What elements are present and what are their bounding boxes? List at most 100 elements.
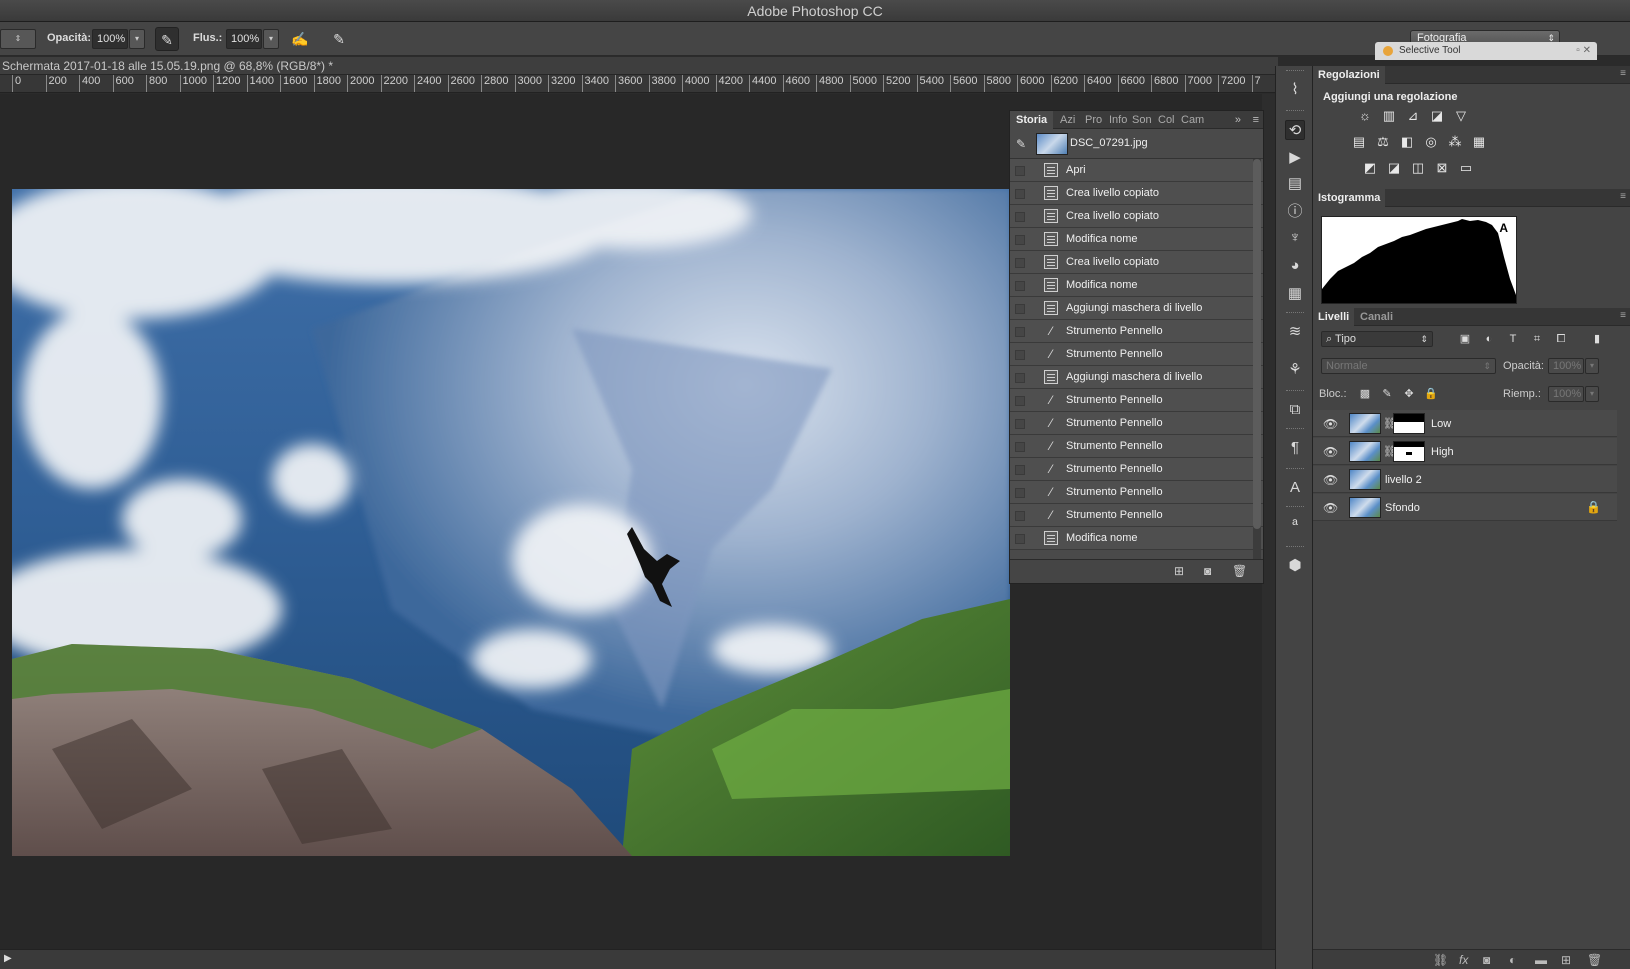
history-item[interactable]: Crea livello copiato	[1010, 182, 1263, 205]
tool-presets-icon[interactable]: ⧉	[1285, 400, 1305, 420]
history-snapshot[interactable]: ✎ DSC_07291.jpg	[1010, 129, 1263, 159]
brush-settings-icon[interactable]: ≋	[1285, 322, 1305, 342]
filter-pixel-icon[interactable]: ▣	[1457, 332, 1473, 346]
history-item[interactable]: Modifica nome	[1010, 228, 1263, 251]
history-item[interactable]: Crea livello copiato	[1010, 205, 1263, 228]
tab-history-2[interactable]: Pro	[1085, 111, 1102, 129]
eye-icon[interactable]: 👁	[1323, 473, 1338, 487]
history-item[interactable]: ⁄ Strumento Pennello	[1010, 343, 1263, 366]
actions-icon[interactable]: ▶	[1285, 148, 1305, 168]
tab-history-3[interactable]: Info	[1109, 111, 1127, 129]
filter-type-icon[interactable]: T	[1505, 332, 1521, 346]
strip-grip[interactable]	[1286, 468, 1304, 471]
history-source-checkbox[interactable]	[1015, 373, 1025, 383]
history-item[interactable]: Aggiungi maschera di livello	[1010, 297, 1263, 320]
blend-mode-dropdown[interactable]: Normale ⇕	[1321, 358, 1496, 374]
layer-row[interactable]: 👁 livello 2	[1313, 466, 1617, 493]
hue-saturation-icon[interactable]: ▤	[1350, 134, 1368, 150]
filter-smart-object-icon[interactable]: ⧠	[1553, 332, 1569, 346]
lock-all-icon[interactable]: 🔒	[1423, 387, 1439, 401]
tab-history-6[interactable]: Cam	[1181, 111, 1204, 129]
panel-menu-icon[interactable]: ≡	[1620, 68, 1626, 79]
panel-menu-icon[interactable]: ≡	[1253, 111, 1259, 129]
new-group-icon[interactable]: ▬	[1535, 953, 1547, 967]
tab-history-4[interactable]: Son	[1132, 111, 1152, 129]
history-source-checkbox[interactable]	[1015, 166, 1025, 176]
layer-name[interactable]: livello 2	[1385, 474, 1422, 486]
info-icon[interactable]: ⓘ	[1285, 202, 1305, 222]
opacity-dropdown[interactable]: ▾	[129, 29, 145, 49]
history-item[interactable]: Modifica nome	[1010, 527, 1263, 550]
close-icon[interactable]: ▫ ✕	[1576, 42, 1591, 60]
history-source-checkbox[interactable]	[1015, 281, 1025, 291]
vertical-scrollbar[interactable]	[1262, 94, 1276, 949]
history-item[interactable]: ⁄ Strumento Pennello	[1010, 458, 1263, 481]
tab-history-5[interactable]: Col	[1158, 111, 1175, 129]
black-white-icon[interactable]: ◧	[1398, 134, 1416, 150]
layer-name[interactable]: Low	[1431, 418, 1451, 430]
tab-history-1[interactable]: Azi	[1060, 111, 1075, 129]
fill-dropdown[interactable]: ▾	[1585, 386, 1599, 402]
pressure-opacity-icon[interactable]: ✎	[155, 27, 179, 51]
paragraph-icon[interactable]: ¶	[1285, 438, 1305, 458]
airbrush-icon[interactable]: ✍	[288, 27, 312, 51]
lock-icon[interactable]: 🔒	[1586, 500, 1601, 514]
3d-icon[interactable]: ⬢	[1285, 556, 1305, 576]
add-mask-icon[interactable]: ◙	[1483, 953, 1490, 967]
threshold-icon[interactable]: ◫	[1409, 160, 1427, 176]
history-item[interactable]: Crea livello copiato	[1010, 251, 1263, 274]
play-icon[interactable]: ▶	[4, 953, 12, 964]
tab-channels[interactable]: Canali	[1355, 308, 1398, 326]
layer-name[interactable]: Sfondo	[1385, 502, 1420, 514]
brightness-icon[interactable]: ☼	[1356, 108, 1374, 124]
posterize-icon[interactable]: ◪	[1385, 160, 1403, 176]
camera-icon[interactable]: ◙	[1204, 564, 1211, 578]
invert-icon[interactable]: ◩	[1361, 160, 1379, 176]
history-source-checkbox[interactable]	[1015, 465, 1025, 475]
horizontal-ruler[interactable]: 0 200 400 600 800 1000 1200 1400 1600 1800 2000 220…	[0, 75, 1278, 93]
history-source-checkbox[interactable]	[1015, 511, 1025, 521]
gradient-map-icon[interactable]: ▭	[1457, 160, 1475, 176]
fx-icon[interactable]: fx	[1459, 953, 1468, 967]
opacity-field[interactable]: 100%	[92, 29, 128, 49]
filter-shape-icon[interactable]: ⌗	[1529, 332, 1545, 346]
properties-icon[interactable]: ▤	[1285, 174, 1305, 194]
history-item[interactable]: ⁄ Strumento Pennello	[1010, 320, 1263, 343]
history-item[interactable]: Aggiungi maschera di livello	[1010, 366, 1263, 389]
history-source-checkbox[interactable]	[1015, 189, 1025, 199]
strip-grip[interactable]	[1286, 110, 1304, 113]
fill-field[interactable]: 100%	[1548, 386, 1584, 402]
lock-transparent-icon[interactable]: ▩	[1357, 387, 1373, 401]
history-source-checkbox[interactable]	[1015, 327, 1025, 337]
history-source-checkbox[interactable]	[1015, 350, 1025, 360]
warning-icon[interactable]: A	[1499, 221, 1508, 235]
curves-icon[interactable]: ⌇	[1285, 80, 1305, 100]
layer-opacity-dropdown[interactable]: ▾	[1585, 358, 1599, 374]
glyphs-icon[interactable]: ª	[1285, 516, 1305, 536]
history-source-checkbox[interactable]	[1015, 534, 1025, 544]
clone-source-icon[interactable]: ⚘	[1285, 360, 1305, 380]
tool-preset-picker[interactable]: ⇕	[0, 29, 36, 49]
strip-grip[interactable]	[1286, 312, 1304, 315]
panel-menu-icon[interactable]: ≡	[1620, 310, 1626, 321]
trash-icon[interactable]: 🗑	[1232, 564, 1247, 578]
pressure-size-icon[interactable]: ✎	[327, 27, 351, 51]
layer-thumbnail[interactable]	[1349, 441, 1381, 462]
layer-row[interactable]: 👁 ⛓ High	[1313, 438, 1617, 465]
history-source-checkbox[interactable]	[1015, 258, 1025, 268]
eye-icon[interactable]: 👁	[1323, 501, 1338, 515]
swatches-icon[interactable]: ▦	[1285, 284, 1305, 304]
history-source-checkbox[interactable]	[1015, 304, 1025, 314]
channel-mixer-icon[interactable]: ⁂	[1446, 134, 1464, 150]
vibrance-icon[interactable]: ▽	[1452, 108, 1470, 124]
new-layer-icon[interactable]: ⊞	[1561, 953, 1571, 967]
filter-adjustment-icon[interactable]: ◐	[1481, 332, 1497, 346]
history-source-checkbox[interactable]	[1015, 419, 1025, 429]
new-document-from-state-icon[interactable]: ⊞	[1174, 564, 1184, 578]
tab-adjustments[interactable]: Regolazioni	[1313, 66, 1385, 84]
layer-thumbnail[interactable]	[1349, 497, 1381, 518]
tab-layers[interactable]: Livelli	[1313, 308, 1355, 326]
layer-mask-thumbnail[interactable]	[1393, 413, 1425, 434]
layer-mask-thumbnail[interactable]	[1393, 441, 1425, 462]
history-item[interactable]: ⁄ Strumento Pennello	[1010, 412, 1263, 435]
